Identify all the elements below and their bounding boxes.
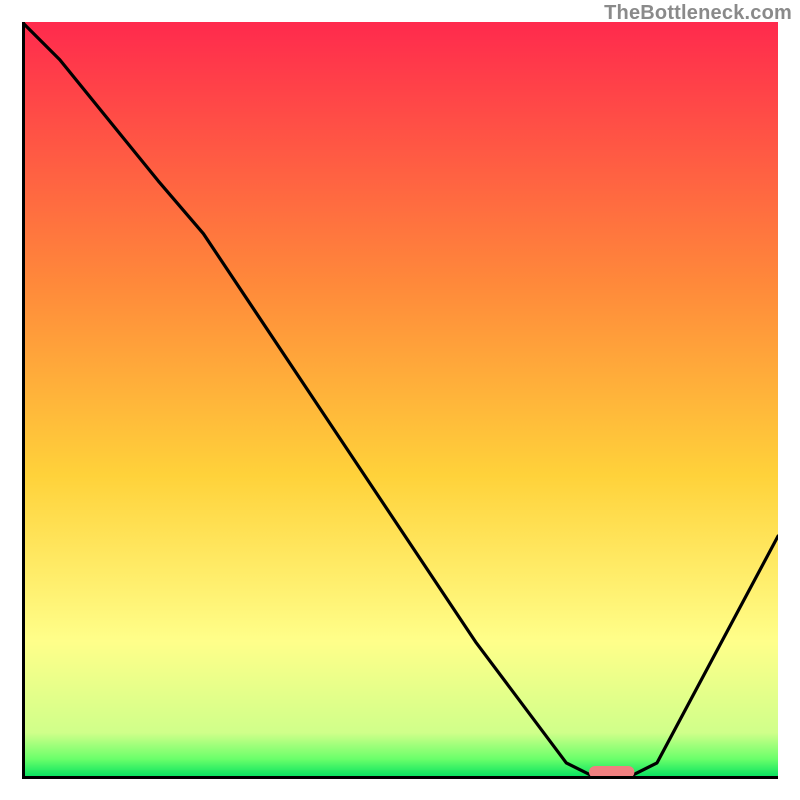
bottleneck-curve (22, 22, 778, 778)
plot-area (22, 22, 778, 778)
bottleneck-chart: TheBottleneck.com (0, 0, 800, 800)
watermark-text: TheBottleneck.com (604, 2, 792, 25)
x-axis (22, 776, 778, 779)
y-axis (22, 22, 25, 778)
curve-layer (22, 22, 778, 778)
